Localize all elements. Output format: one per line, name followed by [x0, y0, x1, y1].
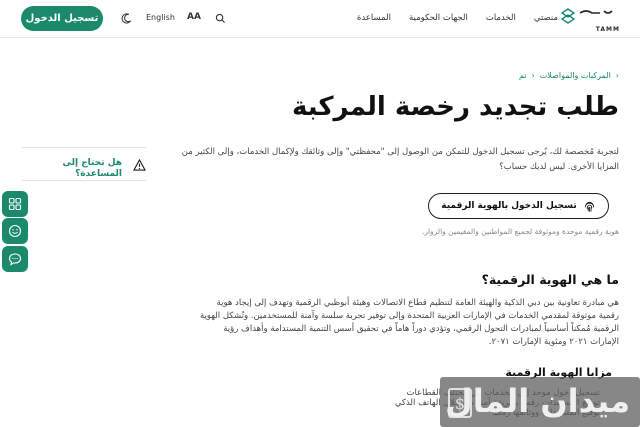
side-chat-button[interactable] — [2, 246, 28, 272]
breadcrumb-vehicles[interactable]: المركبات والمواصلات — [540, 71, 611, 80]
section-text: هي مبادرة تعاونية بين دبي الذكية والهيئة… — [199, 298, 619, 347]
uaepass-login-button[interactable]: تسجيل الدخول بالهوية الرقمية — [428, 193, 609, 219]
chat-icon — [8, 253, 22, 266]
nav-services[interactable]: الخدمات — [486, 13, 516, 23]
breadcrumb-separator-icon: ‹ — [531, 71, 535, 80]
breadcrumb: تم ‹ المركبات والمواصلات ‹ — [519, 71, 619, 80]
uaepass-note: هوية رقمية موحدة وموثوقة لجميع المواطنين… — [421, 227, 619, 236]
help-label[interactable]: هل تحتاج إلى المساعدة؟ — [52, 158, 122, 180]
fingerprint-icon — [584, 201, 594, 212]
uaepass-login-label: تسجيل الدخول بالهوية الرقمية — [441, 201, 577, 211]
login-button[interactable]: تسجيل الدخول — [21, 6, 103, 31]
search-icon[interactable] — [215, 13, 226, 24]
section-title: ما هي الهوية الرقمية؟ — [481, 272, 619, 287]
logo-text: TAMM — [595, 26, 620, 33]
nav-help[interactable]: المساعدة — [357, 13, 391, 23]
watermark-text: ميدان المال — [445, 382, 630, 420]
smile-icon — [8, 224, 22, 238]
side-apps-button[interactable] — [2, 191, 28, 217]
login-intro-text: لتجربة مُخصصة لك، يُرجى تسجيل الدخول للت… — [181, 147, 619, 172]
dark-mode-icon[interactable] — [121, 13, 132, 24]
breadcrumb-home[interactable]: تم — [519, 71, 527, 80]
help-box[interactable]: هل تحتاج إلى المساعدة؟ — [22, 147, 146, 181]
breadcrumb-separator-icon: ‹ — [615, 71, 619, 80]
language-switch[interactable]: English — [146, 13, 175, 22]
side-feedback-button[interactable] — [2, 218, 28, 244]
top-header: تسجيل الدخول English AA منصتي الخدمات ال… — [0, 0, 640, 38]
nav-my-platform[interactable]: منصتي — [534, 13, 558, 23]
grid-icon — [8, 197, 22, 211]
warning-icon — [133, 159, 146, 171]
watermark-overlay: $ ميدان المال — [440, 377, 640, 427]
page-title: طلب تجديد رخصة المركبة — [292, 92, 619, 122]
text-size-button[interactable]: AA — [187, 12, 201, 22]
main-nav: منصتي الخدمات الجهات الحكومية المساعدة — [357, 13, 558, 23]
nav-government-entities[interactable]: الجهات الحكومية — [409, 13, 468, 23]
